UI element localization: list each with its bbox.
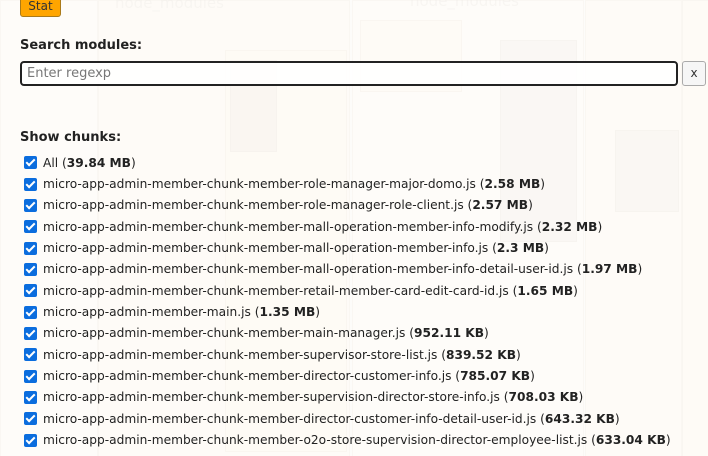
checkbox-checked-icon[interactable] — [24, 348, 37, 362]
chunk-name: All — [43, 155, 59, 170]
checkbox-checked-icon[interactable] — [24, 241, 37, 255]
chunk-item[interactable]: micro-app-admin-member-chunk-member-role… — [24, 173, 704, 194]
chunk-item[interactable]: micro-app-admin-member-chunk-member-supe… — [24, 344, 704, 365]
chunk-name: micro-app-admin-member-chunk-member-mall… — [43, 262, 574, 277]
search-modules-label: Search modules: — [20, 38, 143, 53]
chunk-item[interactable]: micro-app-admin-member-chunk-member-dire… — [24, 365, 704, 386]
chunk-item[interactable]: micro-app-admin-member-chunk-member-o2o-… — [24, 429, 704, 450]
search-field-wrapper — [20, 61, 678, 86]
checkbox-checked-icon[interactable] — [24, 369, 37, 383]
chunk-name: micro-app-admin-member-chunk-member-dire… — [43, 369, 452, 384]
chunk-name: micro-app-admin-member-chunk-member-mall… — [43, 241, 489, 256]
sidebar-panel: Stat Search modules: x Show chunks: All … — [0, 0, 708, 456]
checkbox-checked-icon[interactable] — [24, 220, 37, 234]
chunk-name: micro-app-admin-member-chunk-member-o2o-… — [43, 433, 588, 448]
chunk-item[interactable]: micro-app-admin-member-chunk-member-role… — [24, 195, 704, 216]
checkbox-checked-icon[interactable] — [24, 198, 37, 212]
stat-button[interactable]: Stat — [20, 0, 61, 17]
chunk-size: 952.11 KB — [414, 326, 485, 341]
chunk-size: 643.32 KB — [544, 411, 615, 426]
checkbox-checked-icon[interactable] — [24, 156, 37, 170]
chunk-size: 2.3 MB — [496, 241, 545, 256]
chunk-item[interactable]: All (39.84 MB) — [24, 152, 704, 173]
chunk-item[interactable]: micro-app-admin-member-chunk-member-mall… — [24, 237, 704, 258]
chunk-size: 2.32 MB — [541, 219, 598, 234]
checkbox-checked-icon[interactable] — [24, 262, 37, 276]
chunk-item[interactable]: micro-app-admin-member-chunk-member-supe… — [24, 387, 704, 408]
chunk-name: micro-app-admin-member-chunk-member-main… — [43, 326, 406, 341]
chunk-size: 2.58 MB — [484, 177, 541, 192]
chunk-name: micro-app-admin-member-main.js — [43, 305, 251, 320]
chunk-name: micro-app-admin-member-chunk-member-supe… — [43, 347, 438, 362]
chunk-size: 2.57 MB — [472, 198, 529, 213]
chunk-item[interactable]: micro-app-admin-member-chunk-member-mall… — [24, 216, 704, 237]
chunk-name: micro-app-admin-member-chunk-member-mall… — [43, 219, 534, 234]
chunk-item[interactable]: micro-app-admin-member-chunk-member-dire… — [24, 408, 704, 429]
chunk-size: 785.07 KB — [460, 369, 531, 384]
chunk-name: micro-app-admin-member-chunk-member-role… — [43, 198, 464, 213]
chunk-size: 1.35 MB — [259, 305, 316, 320]
chunk-item[interactable]: micro-app-admin-member-chunk-member-main… — [24, 323, 704, 344]
chunk-item[interactable]: micro-app-admin-member-chunk-member-mall… — [24, 259, 704, 280]
clear-search-button[interactable]: x — [682, 61, 706, 86]
chunk-size: 633.04 KB — [595, 433, 666, 448]
chunk-size: 708.03 KB — [508, 390, 579, 405]
checkbox-checked-icon[interactable] — [24, 433, 37, 447]
chunk-size: 1.97 MB — [581, 262, 638, 277]
checkbox-checked-icon[interactable] — [24, 412, 37, 426]
chunk-size: 839.52 KB — [445, 347, 516, 362]
checkbox-checked-icon[interactable] — [24, 284, 37, 298]
chunk-name: micro-app-admin-member-chunk-member-reta… — [43, 283, 509, 298]
checkbox-checked-icon[interactable] — [24, 326, 37, 340]
checkbox-checked-icon[interactable] — [24, 177, 37, 191]
chunk-name: micro-app-admin-member-chunk-member-dire… — [43, 411, 537, 426]
chunk-size: 39.84 MB — [66, 155, 131, 170]
chunk-list: All (39.84 MB) micro-app-admin-member-ch… — [24, 152, 704, 451]
show-chunks-label: Show chunks: — [20, 130, 122, 145]
chunk-item[interactable]: micro-app-admin-member-chunk-member-reta… — [24, 280, 704, 301]
chunk-name: micro-app-admin-member-chunk-member-role… — [43, 177, 476, 192]
search-input[interactable] — [20, 61, 678, 86]
checkbox-checked-icon[interactable] — [24, 305, 37, 319]
chunk-item[interactable]: micro-app-admin-member-main.js (1.35 MB) — [24, 301, 704, 322]
chunk-size: 1.65 MB — [517, 283, 574, 298]
chunk-name: micro-app-admin-member-chunk-member-supe… — [43, 390, 500, 405]
checkbox-checked-icon[interactable] — [24, 390, 37, 404]
